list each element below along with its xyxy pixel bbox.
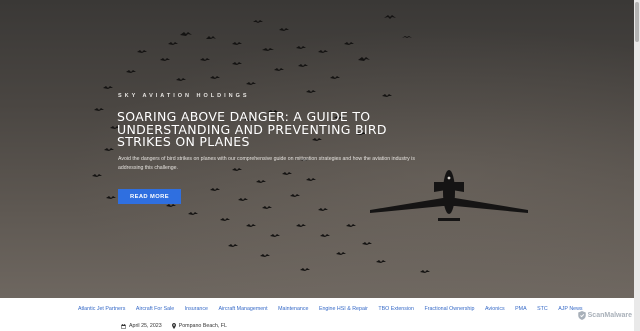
map-pin-icon <box>171 323 176 329</box>
nav-link-aircraft-for-sale[interactable]: Aircraft For Sale <box>136 306 174 312</box>
post-date: April 25, 2023 <box>129 323 162 329</box>
shield-icon <box>577 311 586 320</box>
scanmalware-badge: ScanMalware <box>577 311 632 320</box>
nav-link-pma[interactable]: PMA <box>515 306 526 312</box>
nav-link-engine-hsi-repair[interactable]: Engine HSI & Repair <box>319 306 368 312</box>
nav-link-tbo-extension[interactable]: TBO Extension <box>378 306 414 312</box>
birds-flock-illustration <box>92 15 430 273</box>
calendar-icon <box>121 323 126 329</box>
nav-link-atlantic-jet-partners[interactable]: Atlantic Jet Partners <box>78 306 125 312</box>
nav-link-insurance[interactable]: Insurance <box>185 306 208 312</box>
airplane-illustration <box>370 170 528 221</box>
nav-link-avionics[interactable]: Avionics <box>485 306 505 312</box>
nav-link-stc[interactable]: STC <box>537 306 548 312</box>
nav-link-aircraft-management[interactable]: Aircraft Management <box>218 306 267 312</box>
nav-link-maintenance[interactable]: Maintenance <box>278 306 308 312</box>
post-location: Pompano Beach, FL <box>178 323 227 329</box>
scrollbar-thumb[interactable] <box>635 2 639 42</box>
scanmalware-label: ScanMalware <box>587 312 632 319</box>
nav-link-fractional-ownership[interactable]: Fractional Ownership <box>424 306 474 312</box>
page-scrollbar[interactable] <box>634 0 640 331</box>
hero-eyebrow: SKY AVIATION HOLDINGS <box>118 93 250 99</box>
hero-banner: SKY AVIATION HOLDINGS SOARING ABOVE DANG… <box>0 0 634 298</box>
post-meta: April 25, 2023 Pompano Beach, FL <box>121 323 227 329</box>
hero-subtext: Avoid the dangers of bird strikes on pla… <box>118 156 415 171</box>
read-more-button[interactable]: READ MORE <box>118 189 181 204</box>
category-nav: Atlantic Jet Partners Aircraft For Sale … <box>78 306 593 312</box>
hero-headline: SOARING ABOVE DANGER: A GUIDE TO UNDERST… <box>117 109 387 149</box>
